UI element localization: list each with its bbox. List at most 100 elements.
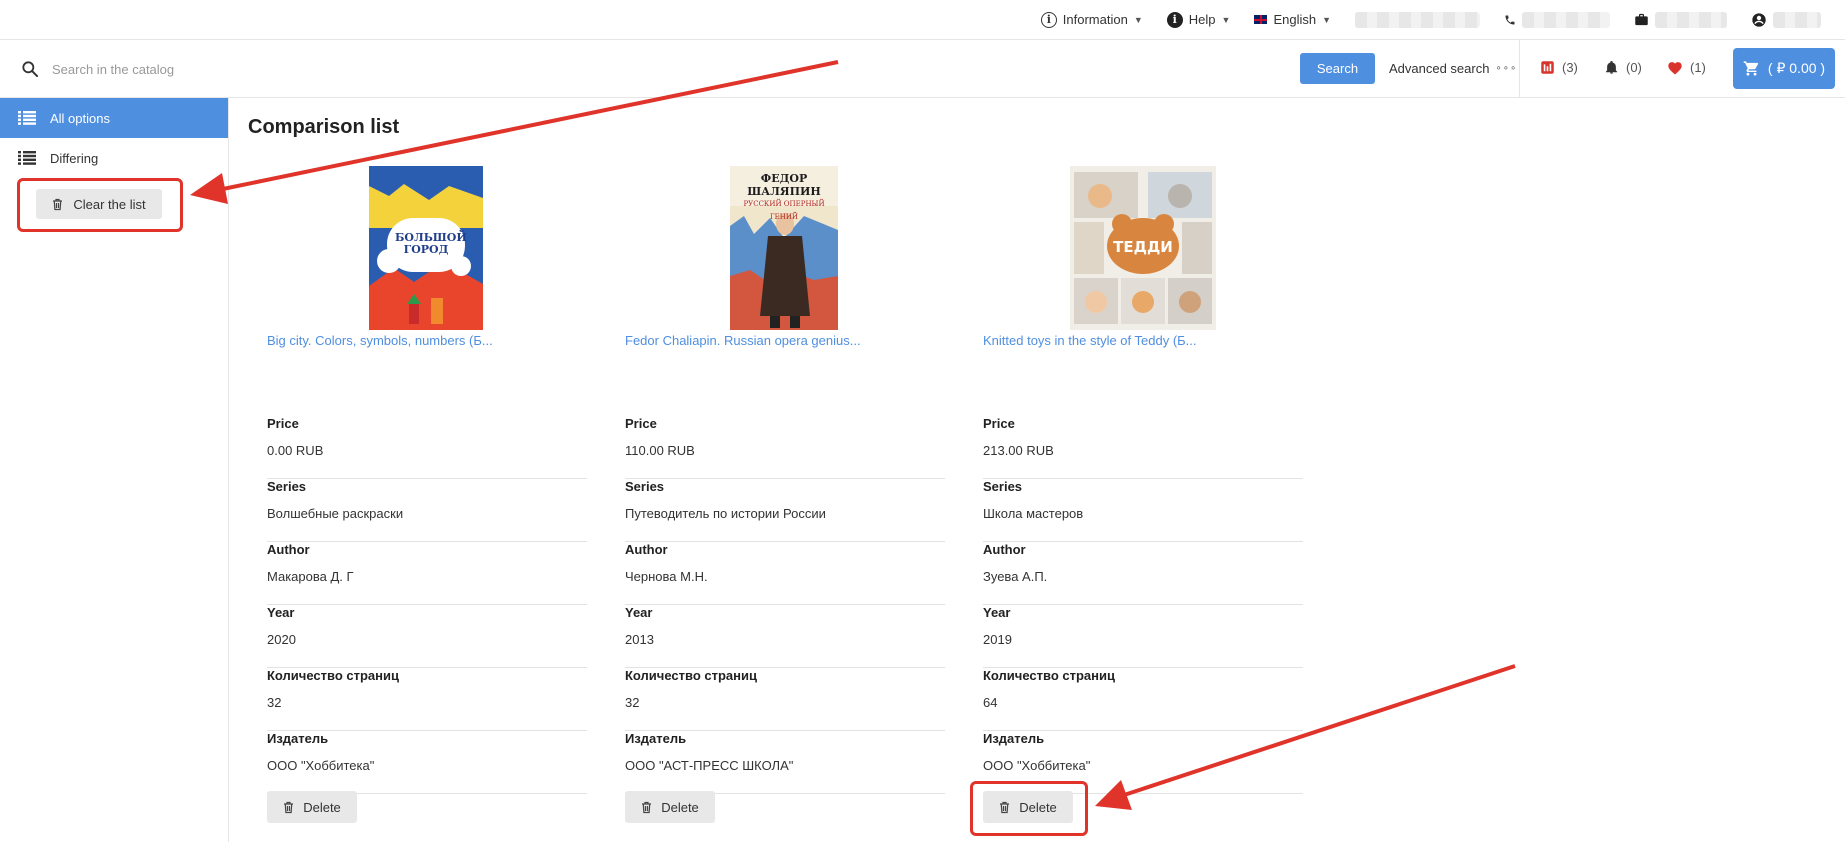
spec-publisher: Издатель ООО "Хоббитека"	[267, 731, 587, 794]
briefcase-icon	[1635, 13, 1648, 26]
spec-label: Price	[267, 416, 299, 431]
phone-icon	[1505, 15, 1515, 24]
list-icon	[18, 111, 36, 125]
help-icon: i	[1166, 11, 1183, 28]
search-input[interactable]	[52, 56, 752, 82]
spec-price: Price 0.00 RUB	[267, 416, 587, 479]
redacted-location	[1355, 11, 1480, 28]
product-cover-image[interactable]: ТЕДДИ	[1070, 166, 1216, 330]
caret-down-icon: ▼	[1221, 14, 1231, 25]
spec-author: Author Зуева А.П.	[983, 542, 1303, 605]
product-cover-image[interactable]: ФЕДОР ШАЛЯПИН РУССКИЙ ОПЕРНЫЙ ГЕНИЙ	[730, 166, 838, 330]
cart-total: ( ₽ 0.00 )	[1767, 60, 1826, 76]
spec-price: Price 213.00 RUB	[983, 416, 1303, 479]
cart-button[interactable]: ( ₽ 0.00 )	[1733, 48, 1835, 89]
cover-text: РУССКИЙ ОПЕРНЫЙ ГЕНИЙ	[743, 200, 825, 221]
spec-label: Price	[983, 416, 1015, 431]
language-menu[interactable]: English ▼	[1254, 12, 1331, 27]
spec-label: Series	[983, 479, 1023, 494]
help-label: Help	[1188, 12, 1216, 27]
account-menu[interactable]	[1751, 11, 1821, 28]
product-title-link[interactable]: Knitted toys in the style of Teddy (Б...	[983, 333, 1197, 348]
advanced-search-label: Advanced search	[1389, 61, 1490, 76]
spec-value: Путеводитель по истории России	[625, 506, 826, 521]
compare-count: (3)	[1562, 60, 1578, 75]
cover-text: ТЕДДИ	[1113, 238, 1173, 256]
advanced-search-link[interactable]: Advanced search ∘∘∘	[1389, 61, 1517, 76]
spec-label: Количество страниц	[267, 668, 399, 683]
spec-value: ООО "Хоббитека"	[267, 758, 375, 773]
spec-label: Year	[625, 605, 653, 620]
spec-value: 32	[625, 695, 640, 710]
favorites-counter[interactable]: (1)	[1667, 60, 1706, 75]
spec-label: Издатель	[267, 731, 329, 746]
spec-year: Year 2020	[267, 605, 587, 668]
product-title-link[interactable]: Big city. Colors, symbols, numbers (Б...	[267, 333, 493, 348]
search-bar: Search Advanced search ∘∘∘ (3) (0) (1) (…	[0, 40, 1845, 98]
spec-value: 2020	[267, 632, 296, 647]
cover-text: ГОРОД	[403, 243, 449, 256]
spec-year: Year 2013	[625, 605, 945, 668]
spec-value: ООО "Хоббитека"	[983, 758, 1091, 773]
more-dots-icon: ∘∘∘	[1495, 63, 1518, 74]
caret-down-icon: ▼	[1133, 14, 1143, 25]
spec-author: Author Чернова М.Н.	[625, 542, 945, 605]
spec-value: Зуева А.П.	[983, 569, 1048, 584]
divider	[1519, 40, 1520, 98]
spec-pages: Количество страниц 32	[625, 668, 945, 731]
delete-button[interactable]: Delete	[625, 791, 715, 823]
account-icon	[1752, 12, 1766, 27]
help-menu[interactable]: i Help ▼	[1166, 11, 1231, 28]
phone-contact[interactable]	[1504, 11, 1610, 28]
spec-series: Series Путеводитель по истории России	[625, 479, 945, 542]
info-icon: i	[1040, 11, 1057, 28]
uk-flag-icon	[1254, 15, 1268, 24]
compare-icon	[1541, 61, 1554, 74]
spec-series: Series Волшебные раскраски	[267, 479, 587, 542]
favorites-count: (1)	[1690, 60, 1706, 75]
sidebar-item-differing[interactable]: Differing	[0, 138, 228, 178]
spec-value: ООО "АСТ-ПРЕСС ШКОЛА"	[625, 758, 794, 773]
product-cover-image[interactable]: БОЛЬШОЙ ГОРОД	[369, 166, 483, 330]
spec-pages: Количество страниц 32	[267, 668, 587, 731]
language-label: English	[1273, 12, 1317, 27]
spec-label: Количество страниц	[625, 668, 757, 683]
spec-publisher: Издатель ООО "АСТ-ПРЕСС ШКОЛА"	[625, 731, 945, 794]
trash-icon	[284, 801, 294, 813]
spec-value: 32	[267, 695, 282, 710]
spec-year: Year 2019	[983, 605, 1303, 668]
spec-value: Волшебные раскраски	[267, 506, 404, 521]
spec-price: Price 110.00 RUB	[625, 416, 945, 479]
delete-button[interactable]: Delete	[267, 791, 357, 823]
annotation-highlight-box	[17, 178, 183, 232]
spec-label: Year	[983, 605, 1011, 620]
cart-icon	[1743, 61, 1759, 76]
business-menu[interactable]	[1634, 11, 1727, 28]
information-menu[interactable]: i Information ▼	[1040, 11, 1143, 28]
sidebar-item-all-options[interactable]: All options	[0, 98, 228, 138]
trash-icon	[642, 801, 652, 813]
cover-text: ФЕДОР ШАЛЯПИН	[747, 172, 821, 198]
spec-value: Школа мастеров	[983, 506, 1084, 521]
spec-label: Количество страниц	[983, 668, 1115, 683]
notifications-counter[interactable]: (0)	[1604, 60, 1642, 75]
redacted-phone	[1522, 11, 1610, 28]
bell-icon	[1605, 60, 1618, 74]
search-button[interactable]: Search	[1300, 53, 1375, 84]
spec-value: 110.00 RUB	[625, 443, 695, 458]
heart-icon	[1668, 62, 1682, 75]
list-icon	[18, 151, 36, 165]
spec-value: 0.00 RUB	[267, 443, 324, 458]
location-menu[interactable]	[1355, 11, 1480, 28]
spec-label: Издатель	[625, 731, 687, 746]
spec-value: Чернова М.Н.	[625, 569, 708, 584]
compare-counter[interactable]: (3)	[1540, 60, 1578, 75]
delete-label: Delete	[303, 799, 341, 815]
product-title-link[interactable]: Fedor Chaliapin. Russian opera genius...	[625, 333, 861, 348]
spec-label: Series	[625, 479, 665, 494]
caret-down-icon: ▼	[1322, 14, 1331, 25]
sidebar-item-label: All options	[50, 110, 110, 126]
spec-pages: Количество страниц 64	[983, 668, 1303, 731]
spec-series: Series Школа мастеров	[983, 479, 1303, 542]
delete-label: Delete	[661, 799, 699, 815]
